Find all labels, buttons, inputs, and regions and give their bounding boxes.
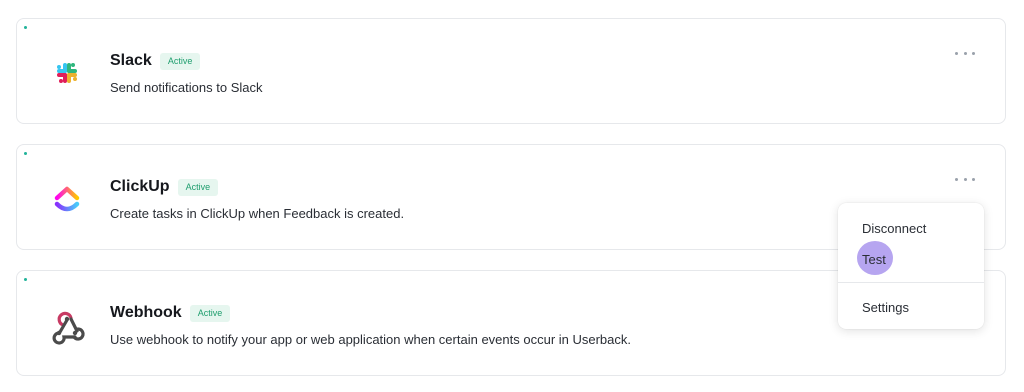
status-badge: Active xyxy=(189,304,231,322)
integration-description: Use webhook to notify your app or web ap… xyxy=(110,332,632,347)
menu-item-settings[interactable]: Settings xyxy=(862,300,909,315)
menu-item-test[interactable]: Test xyxy=(862,252,886,267)
integration-description: Send notifications to Slack xyxy=(110,80,263,95)
slack-logo-icon xyxy=(57,63,77,83)
integration-card-slack: Slack Active Send notifications to Slack xyxy=(16,18,1006,124)
more-options-icon[interactable] xyxy=(955,45,975,61)
status-badge: Active xyxy=(159,52,201,70)
status-dot xyxy=(24,26,27,29)
integration-title: Webhook xyxy=(110,304,182,321)
menu-divider xyxy=(838,282,984,283)
more-options-icon[interactable] xyxy=(955,171,975,187)
status-dot xyxy=(24,152,27,155)
status-badge: Active xyxy=(177,178,219,196)
integrations-page: Slack Active Send notifications to Slack xyxy=(0,0,1024,392)
integration-title: ClickUp xyxy=(110,178,170,195)
webhook-logo-icon xyxy=(52,311,85,345)
status-dot xyxy=(24,278,27,281)
clickup-logo-icon xyxy=(54,186,80,212)
integration-options-menu: Disconnect Test Settings xyxy=(838,203,984,329)
menu-item-disconnect[interactable]: Disconnect xyxy=(862,221,926,236)
integration-title: Slack xyxy=(110,52,152,69)
integration-description: Create tasks in ClickUp when Feedback is… xyxy=(110,206,405,221)
